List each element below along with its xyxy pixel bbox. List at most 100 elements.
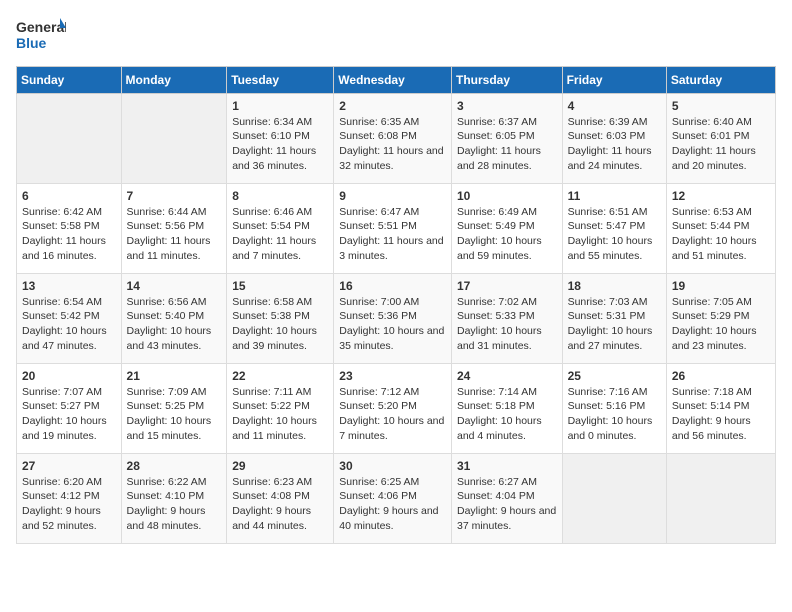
day-number: 9 — [339, 188, 446, 205]
day-cell: 10Sunrise: 6:49 AMSunset: 5:49 PMDayligh… — [451, 184, 562, 274]
day-cell: 9Sunrise: 6:47 AMSunset: 5:51 PMDaylight… — [334, 184, 452, 274]
day-info: Sunrise: 6:51 AMSunset: 5:47 PMDaylight:… — [568, 205, 661, 264]
day-cell: 17Sunrise: 7:02 AMSunset: 5:33 PMDayligh… — [451, 274, 562, 364]
day-cell: 3Sunrise: 6:37 AMSunset: 6:05 PMDaylight… — [451, 94, 562, 184]
day-number: 13 — [22, 278, 116, 295]
day-cell: 23Sunrise: 7:12 AMSunset: 5:20 PMDayligh… — [334, 364, 452, 454]
day-info: Sunrise: 6:46 AMSunset: 5:54 PMDaylight:… — [232, 205, 328, 264]
day-info: Sunrise: 7:11 AMSunset: 5:22 PMDaylight:… — [232, 385, 328, 444]
day-cell: 22Sunrise: 7:11 AMSunset: 5:22 PMDayligh… — [227, 364, 334, 454]
day-info: Sunrise: 6:39 AMSunset: 6:03 PMDaylight:… — [568, 115, 661, 174]
week-row-4: 20Sunrise: 7:07 AMSunset: 5:27 PMDayligh… — [17, 364, 776, 454]
day-cell: 15Sunrise: 6:58 AMSunset: 5:38 PMDayligh… — [227, 274, 334, 364]
day-cell: 29Sunrise: 6:23 AMSunset: 4:08 PMDayligh… — [227, 454, 334, 544]
day-number: 19 — [672, 278, 770, 295]
day-cell — [17, 94, 122, 184]
day-cell: 13Sunrise: 6:54 AMSunset: 5:42 PMDayligh… — [17, 274, 122, 364]
week-row-3: 13Sunrise: 6:54 AMSunset: 5:42 PMDayligh… — [17, 274, 776, 364]
day-cell: 21Sunrise: 7:09 AMSunset: 5:25 PMDayligh… — [121, 364, 227, 454]
logo-svg: General Blue — [16, 16, 66, 56]
day-info: Sunrise: 6:40 AMSunset: 6:01 PMDaylight:… — [672, 115, 770, 174]
day-number: 23 — [339, 368, 446, 385]
day-info: Sunrise: 6:37 AMSunset: 6:05 PMDaylight:… — [457, 115, 557, 174]
day-number: 21 — [127, 368, 222, 385]
day-cell: 26Sunrise: 7:18 AMSunset: 5:14 PMDayligh… — [666, 364, 775, 454]
calendar-table: SundayMondayTuesdayWednesdayThursdayFrid… — [16, 66, 776, 544]
header-cell-saturday: Saturday — [666, 67, 775, 94]
header-cell-sunday: Sunday — [17, 67, 122, 94]
day-info: Sunrise: 6:54 AMSunset: 5:42 PMDaylight:… — [22, 295, 116, 354]
day-cell: 24Sunrise: 7:14 AMSunset: 5:18 PMDayligh… — [451, 364, 562, 454]
day-cell: 8Sunrise: 6:46 AMSunset: 5:54 PMDaylight… — [227, 184, 334, 274]
day-number: 20 — [22, 368, 116, 385]
day-info: Sunrise: 7:07 AMSunset: 5:27 PMDaylight:… — [22, 385, 116, 444]
day-info: Sunrise: 6:44 AMSunset: 5:56 PMDaylight:… — [127, 205, 222, 264]
page-header: General Blue — [16, 16, 776, 56]
day-cell — [562, 454, 666, 544]
day-number: 17 — [457, 278, 557, 295]
day-info: Sunrise: 7:03 AMSunset: 5:31 PMDaylight:… — [568, 295, 661, 354]
day-cell — [666, 454, 775, 544]
day-info: Sunrise: 6:23 AMSunset: 4:08 PMDaylight:… — [232, 475, 328, 534]
day-info: Sunrise: 6:56 AMSunset: 5:40 PMDaylight:… — [127, 295, 222, 354]
day-number: 24 — [457, 368, 557, 385]
day-info: Sunrise: 6:58 AMSunset: 5:38 PMDaylight:… — [232, 295, 328, 354]
day-number: 3 — [457, 98, 557, 115]
day-number: 15 — [232, 278, 328, 295]
svg-text:Blue: Blue — [16, 35, 47, 51]
day-info: Sunrise: 6:27 AMSunset: 4:04 PMDaylight:… — [457, 475, 557, 534]
day-number: 7 — [127, 188, 222, 205]
day-cell: 27Sunrise: 6:20 AMSunset: 4:12 PMDayligh… — [17, 454, 122, 544]
day-info: Sunrise: 6:47 AMSunset: 5:51 PMDaylight:… — [339, 205, 446, 264]
day-number: 29 — [232, 458, 328, 475]
day-info: Sunrise: 6:35 AMSunset: 6:08 PMDaylight:… — [339, 115, 446, 174]
day-number: 31 — [457, 458, 557, 475]
day-cell: 1Sunrise: 6:34 AMSunset: 6:10 PMDaylight… — [227, 94, 334, 184]
day-number: 12 — [672, 188, 770, 205]
header-cell-monday: Monday — [121, 67, 227, 94]
day-info: Sunrise: 6:53 AMSunset: 5:44 PMDaylight:… — [672, 205, 770, 264]
day-cell: 25Sunrise: 7:16 AMSunset: 5:16 PMDayligh… — [562, 364, 666, 454]
day-info: Sunrise: 7:14 AMSunset: 5:18 PMDaylight:… — [457, 385, 557, 444]
day-info: Sunrise: 7:18 AMSunset: 5:14 PMDaylight:… — [672, 385, 770, 444]
day-number: 14 — [127, 278, 222, 295]
day-cell: 7Sunrise: 6:44 AMSunset: 5:56 PMDaylight… — [121, 184, 227, 274]
header-cell-tuesday: Tuesday — [227, 67, 334, 94]
day-info: Sunrise: 6:34 AMSunset: 6:10 PMDaylight:… — [232, 115, 328, 174]
week-row-5: 27Sunrise: 6:20 AMSunset: 4:12 PMDayligh… — [17, 454, 776, 544]
day-cell: 11Sunrise: 6:51 AMSunset: 5:47 PMDayligh… — [562, 184, 666, 274]
day-number: 25 — [568, 368, 661, 385]
day-number: 16 — [339, 278, 446, 295]
day-number: 30 — [339, 458, 446, 475]
day-cell: 12Sunrise: 6:53 AMSunset: 5:44 PMDayligh… — [666, 184, 775, 274]
day-cell: 30Sunrise: 6:25 AMSunset: 4:06 PMDayligh… — [334, 454, 452, 544]
day-info: Sunrise: 7:00 AMSunset: 5:36 PMDaylight:… — [339, 295, 446, 354]
day-info: Sunrise: 6:42 AMSunset: 5:58 PMDaylight:… — [22, 205, 116, 264]
week-row-2: 6Sunrise: 6:42 AMSunset: 5:58 PMDaylight… — [17, 184, 776, 274]
day-info: Sunrise: 6:25 AMSunset: 4:06 PMDaylight:… — [339, 475, 446, 534]
day-info: Sunrise: 7:09 AMSunset: 5:25 PMDaylight:… — [127, 385, 222, 444]
svg-text:General: General — [16, 19, 66, 35]
day-cell: 31Sunrise: 6:27 AMSunset: 4:04 PMDayligh… — [451, 454, 562, 544]
day-cell: 28Sunrise: 6:22 AMSunset: 4:10 PMDayligh… — [121, 454, 227, 544]
calendar-body: 1Sunrise: 6:34 AMSunset: 6:10 PMDaylight… — [17, 94, 776, 544]
day-info: Sunrise: 7:05 AMSunset: 5:29 PMDaylight:… — [672, 295, 770, 354]
header-row: SundayMondayTuesdayWednesdayThursdayFrid… — [17, 67, 776, 94]
day-number: 6 — [22, 188, 116, 205]
day-cell: 4Sunrise: 6:39 AMSunset: 6:03 PMDaylight… — [562, 94, 666, 184]
day-info: Sunrise: 6:49 AMSunset: 5:49 PMDaylight:… — [457, 205, 557, 264]
day-info: Sunrise: 7:02 AMSunset: 5:33 PMDaylight:… — [457, 295, 557, 354]
day-cell: 18Sunrise: 7:03 AMSunset: 5:31 PMDayligh… — [562, 274, 666, 364]
day-cell: 14Sunrise: 6:56 AMSunset: 5:40 PMDayligh… — [121, 274, 227, 364]
day-info: Sunrise: 7:12 AMSunset: 5:20 PMDaylight:… — [339, 385, 446, 444]
day-number: 28 — [127, 458, 222, 475]
week-row-1: 1Sunrise: 6:34 AMSunset: 6:10 PMDaylight… — [17, 94, 776, 184]
day-cell: 20Sunrise: 7:07 AMSunset: 5:27 PMDayligh… — [17, 364, 122, 454]
day-cell — [121, 94, 227, 184]
day-info: Sunrise: 6:20 AMSunset: 4:12 PMDaylight:… — [22, 475, 116, 534]
day-info: Sunrise: 6:22 AMSunset: 4:10 PMDaylight:… — [127, 475, 222, 534]
day-cell: 2Sunrise: 6:35 AMSunset: 6:08 PMDaylight… — [334, 94, 452, 184]
day-number: 26 — [672, 368, 770, 385]
day-number: 8 — [232, 188, 328, 205]
day-number: 27 — [22, 458, 116, 475]
